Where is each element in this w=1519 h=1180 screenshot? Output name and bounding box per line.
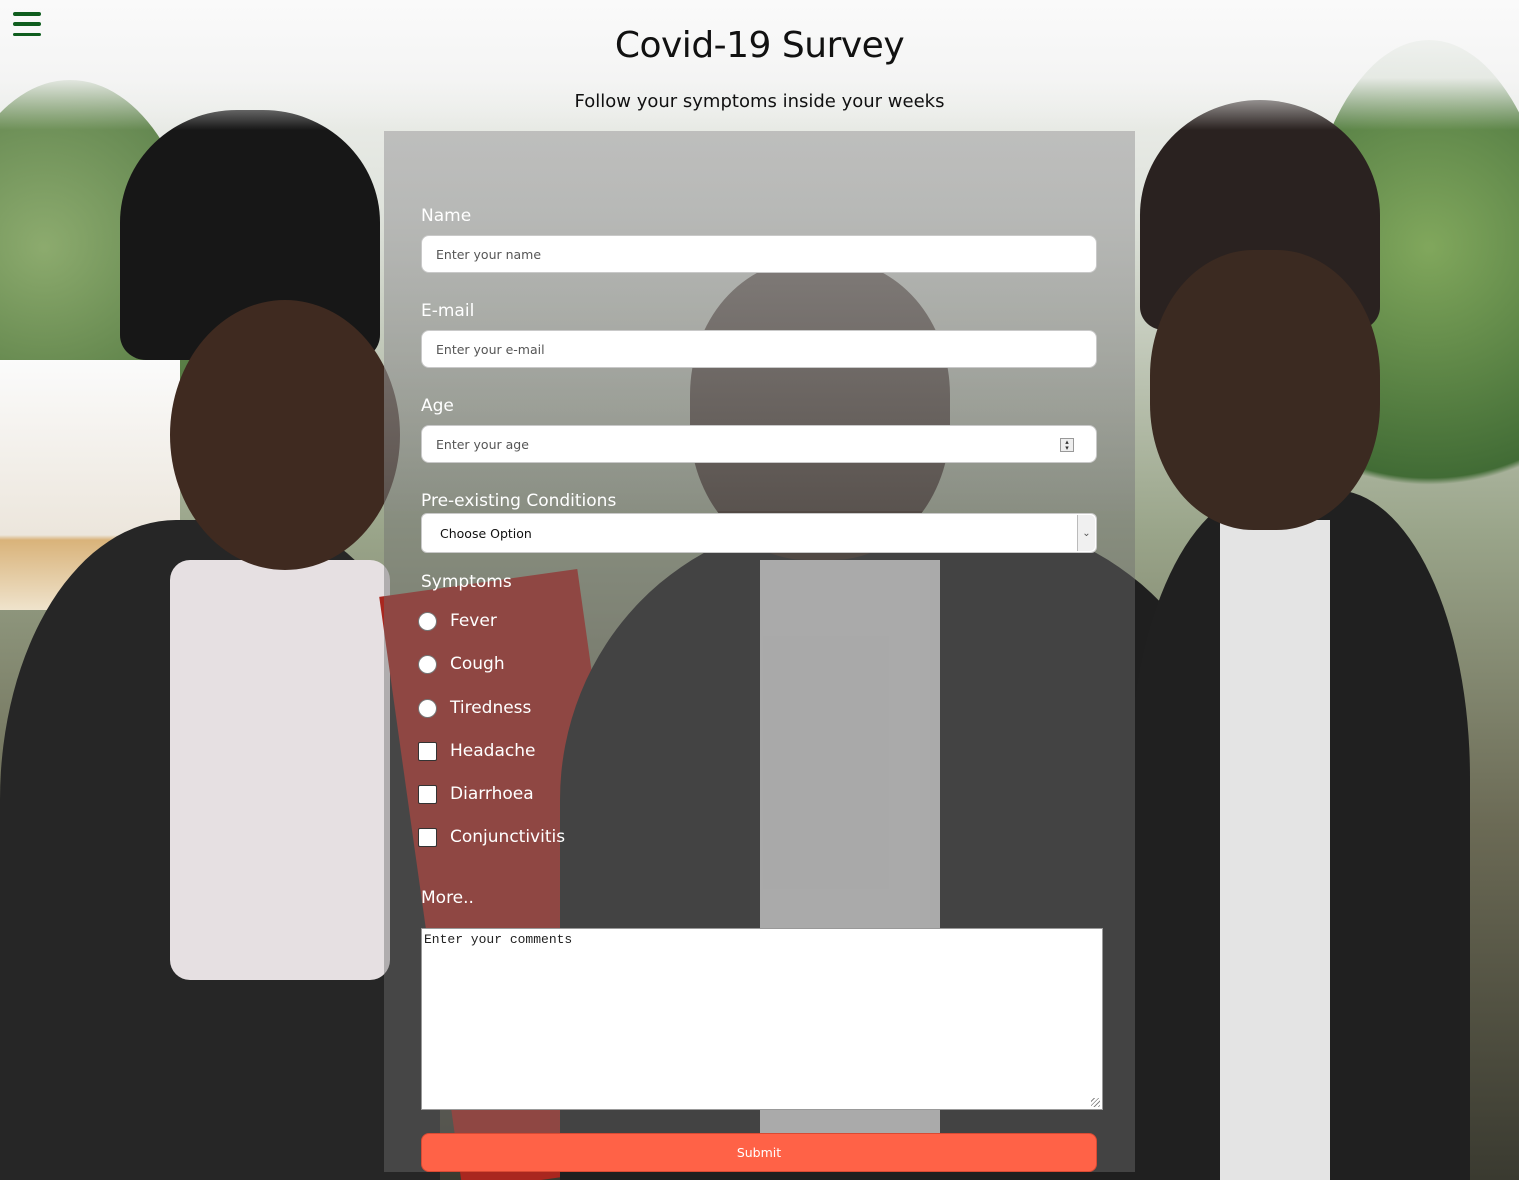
symptom-label: Conjunctivitis — [450, 827, 566, 847]
page-subtitle: Follow your symptoms inside your weeks — [574, 91, 945, 112]
email-label: E-mail — [421, 301, 475, 321]
chevron-down-icon[interactable]: ⌄ — [1077, 515, 1095, 551]
conditions-selected: Choose Option — [440, 525, 532, 541]
name-label: Name — [421, 206, 472, 226]
age-label: Age — [421, 396, 454, 416]
radio-button[interactable] — [418, 611, 437, 631]
submit-button[interactable]: Submit — [421, 1133, 1097, 1172]
name-input[interactable]: Enter your name — [421, 235, 1097, 273]
symptom-option[interactable]: Fever — [418, 609, 497, 633]
symptom-label: Cough — [450, 654, 505, 674]
name-placeholder: Enter your name — [436, 246, 542, 262]
checkbox[interactable] — [418, 741, 437, 761]
email-input[interactable]: Enter your e-mail — [421, 330, 1097, 368]
symptom-label: Tiredness — [450, 698, 532, 718]
resize-handle-icon[interactable] — [1091, 1098, 1100, 1107]
survey-form: Name Enter your name E-mail Enter your e… — [384, 131, 1135, 1172]
symptom-label: Headache — [450, 741, 536, 761]
symptom-option[interactable]: Cough — [418, 652, 505, 676]
conditions-select[interactable]: Choose Option ⌄ — [421, 513, 1097, 553]
page-title: Covid-19 Survey — [614, 25, 905, 66]
symptom-label: Diarrhoea — [450, 784, 534, 804]
checkbox[interactable] — [418, 784, 437, 804]
symptom-option[interactable]: Diarrhoea — [418, 782, 534, 806]
symptom-option[interactable]: Tiredness — [418, 696, 531, 720]
age-input[interactable]: Enter your age ▴ ▾ — [421, 425, 1097, 463]
number-spinner-icon[interactable]: ▴ ▾ — [1060, 438, 1074, 452]
conditions-label: Pre-existing Conditions — [421, 491, 617, 511]
radio-button[interactable] — [418, 698, 437, 718]
symptom-option[interactable]: Conjunctivitis — [418, 825, 565, 849]
symptom-option[interactable]: Headache — [418, 739, 535, 763]
symptoms-label: Symptoms — [421, 572, 512, 592]
age-placeholder: Enter your age — [436, 436, 529, 452]
radio-button[interactable] — [418, 654, 437, 674]
more-label: More.. — [421, 888, 474, 908]
comments-textarea[interactable]: Enter your comments — [421, 928, 1103, 1110]
symptom-label: Fever — [450, 611, 497, 631]
hamburger-menu-icon[interactable] — [13, 12, 41, 36]
comments-placeholder: Enter your comments — [424, 932, 573, 947]
checkbox[interactable] — [418, 827, 437, 847]
email-placeholder: Enter your e-mail — [436, 341, 545, 357]
